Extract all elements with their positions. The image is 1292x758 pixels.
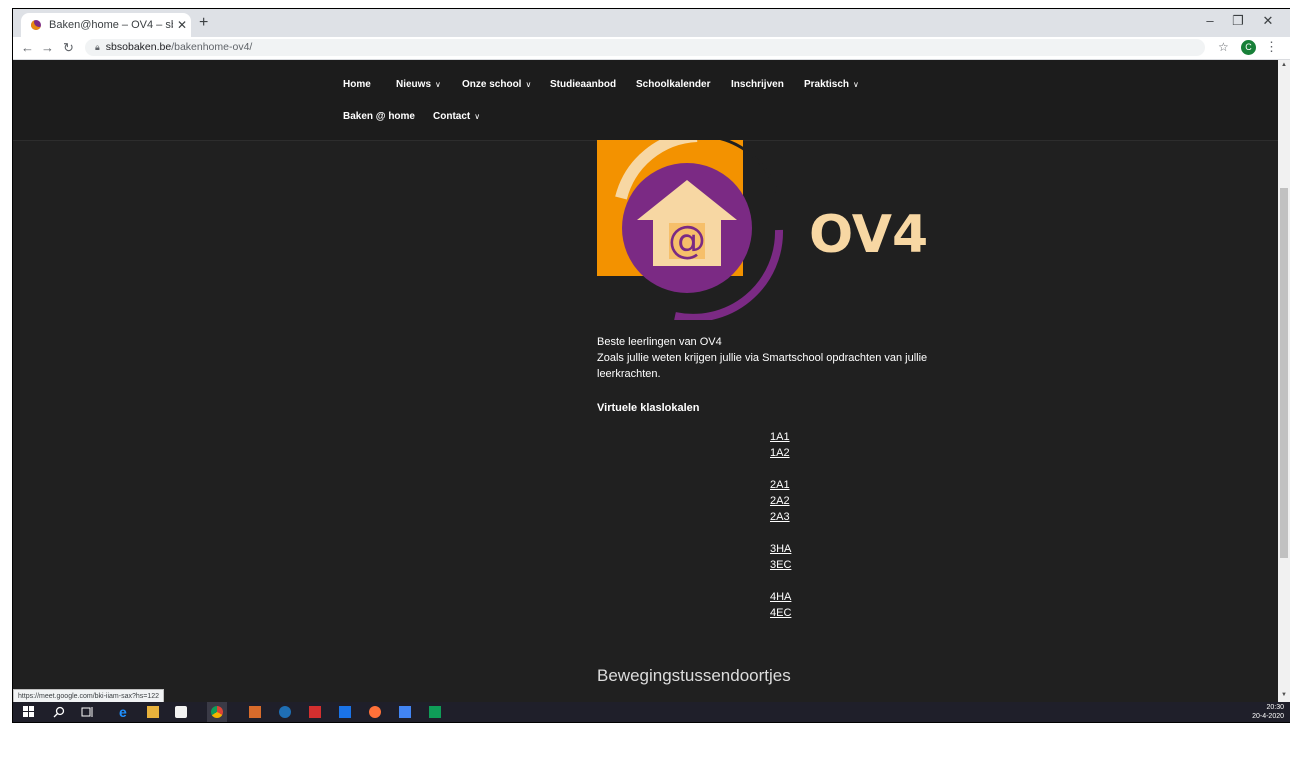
restore-icon[interactable]: ❐ <box>1223 13 1253 29</box>
windows-taskbar: e 20:30 20-4-2020 <box>13 702 1290 722</box>
close-icon[interactable]: ✕ <box>1253 13 1283 29</box>
chevron-down-icon: ∨ <box>853 80 859 89</box>
forward-icon[interactable]: → <box>41 40 54 55</box>
chevron-down-icon: ∨ <box>525 80 532 89</box>
baken-at-home-logo: @ OV4 <box>597 140 928 320</box>
mail-icon[interactable] <box>339 706 351 718</box>
class-link-3ha[interactable]: 3HA <box>770 543 791 555</box>
intro-text: Beste leerlingen van OV4 Zoals jullie we… <box>597 334 957 382</box>
url-field[interactable]: 🔒︎ sbsobaken.be/bakenhome-ov4/ <box>85 39 1205 56</box>
firefox-icon[interactable] <box>369 706 381 718</box>
scroll-up-icon[interactable]: ▲ <box>1281 62 1287 68</box>
windows-start-icon[interactable] <box>23 706 35 718</box>
scrollbar-thumb[interactable] <box>1280 188 1288 558</box>
nav-item-label: Praktisch <box>804 79 850 90</box>
site-favicon-icon <box>31 20 41 30</box>
avatar[interactable]: C <box>1241 40 1256 55</box>
tab-close-icon[interactable]: ✕ <box>173 18 191 32</box>
section-title: Bewegingstussendoortjes <box>597 666 791 685</box>
file-explorer-icon[interactable] <box>147 706 159 718</box>
new-tab-button[interactable]: + <box>199 14 208 32</box>
class-link-3ec[interactable]: 3EC <box>770 559 791 571</box>
class-link-2a2[interactable]: 2A2 <box>770 495 790 507</box>
back-icon[interactable]: ← <box>21 40 34 55</box>
nav-item-schoolkalender[interactable]: Schoolkalender <box>636 79 710 90</box>
star-icon[interactable]: ☆ <box>1218 40 1229 54</box>
media-player-icon[interactable] <box>249 706 261 718</box>
store-icon[interactable] <box>175 706 187 718</box>
nav-item-studieaanbod[interactable]: Studieaanbod <box>550 79 616 90</box>
nav-item-label: Contact <box>433 111 471 122</box>
menu-icon[interactable]: ⋮ <box>1265 39 1278 55</box>
nav-item-label: Onze school <box>462 79 522 90</box>
nav-item-inschrijven[interactable]: Inschrijven <box>731 79 784 90</box>
class-link-1a2[interactable]: 1A2 <box>770 447 790 459</box>
nav-item-contact[interactable]: Contact ∨ <box>433 111 480 122</box>
logo-text: OV4 <box>809 205 928 265</box>
url-path: /bakenhome-ov4/ <box>171 41 253 53</box>
nav-item-label: Schoolkalender <box>636 79 711 90</box>
nav-item-nieuws[interactable]: Nieuws ∨ <box>396 79 441 90</box>
chrome-icon[interactable] <box>211 706 223 718</box>
page-scrollbar[interactable]: ▲ ▼ <box>1278 60 1290 702</box>
docs-icon[interactable] <box>399 706 411 718</box>
class-link-4ec[interactable]: 4EC <box>770 607 791 619</box>
at-sign-icon: @ <box>668 218 706 262</box>
nav-item-praktisch[interactable]: Praktisch ∨ <box>804 79 859 90</box>
search-icon[interactable] <box>53 706 65 718</box>
minimize-icon[interactable]: – <box>1195 13 1225 28</box>
nav-item-onze-school[interactable]: Onze school ∨ <box>462 79 531 90</box>
address-bar: ← → ↻ 🔒︎ sbsobaken.be/bakenhome-ov4/ ☆ C … <box>13 37 1290 60</box>
scroll-down-icon[interactable]: ▼ <box>1281 692 1287 698</box>
browser-tab[interactable]: Baken@home – OV4 – sbso bake ✕ <box>21 13 191 37</box>
nav-item-label: Home <box>343 79 371 90</box>
page-viewport: Home Nieuws ∨ Onze school ∨ Studieaanbod S… <box>13 60 1278 702</box>
chevron-down-icon: ∨ <box>435 80 441 89</box>
reload-icon[interactable]: ↻ <box>63 40 74 56</box>
sheets-icon[interactable] <box>429 706 441 718</box>
edge-icon[interactable]: e <box>119 705 131 719</box>
clock-time: 20:30 <box>1266 704 1284 711</box>
browser-window: Baken@home – OV4 – sbso bake ✕ + – ❐ ✕ ←… <box>12 8 1290 723</box>
section-heading: Virtuele klaslokalen <box>597 402 700 414</box>
nav-item-label: Nieuws <box>396 79 432 90</box>
url-host: sbsobaken.be <box>105 41 172 53</box>
tab-strip: Baken@home – OV4 – sbso bake ✕ + – ❐ ✕ <box>13 9 1290 37</box>
nav-item-label: Inschrijven <box>731 79 784 90</box>
nav-item-baken-at-home[interactable]: Baken @ home <box>343 111 415 122</box>
lock-icon: 🔒︎ <box>95 42 100 52</box>
intro-paragraph: Zoals jullie weten krijgen jullie via Sm… <box>597 352 928 380</box>
acrobat-icon[interactable] <box>309 706 321 718</box>
class-link-4ha[interactable]: 4HA <box>770 591 791 603</box>
site-navigation: Home Nieuws ∨ Onze school ∨ Studieaanbod S… <box>13 60 1278 141</box>
chevron-down-icon: ∨ <box>474 112 481 121</box>
class-link-1a1[interactable]: 1A1 <box>770 431 790 443</box>
nav-item-home[interactable]: Home <box>343 79 371 90</box>
task-view-icon[interactable] <box>81 706 93 718</box>
class-link-2a1[interactable]: 2A1 <box>770 479 790 491</box>
tab-title: Baken@home – OV4 – sbso bake <box>49 19 173 31</box>
taskbar-clock[interactable]: 20:30 20-4-2020 <box>1252 703 1284 721</box>
clock-date: 20-4-2020 <box>1252 713 1284 720</box>
nav-item-label: Studieaanbod <box>550 79 617 90</box>
class-link-2a3[interactable]: 2A3 <box>770 511 790 523</box>
greeting: Beste leerlingen van OV4 <box>597 336 722 348</box>
app-icon[interactable] <box>279 706 291 718</box>
nav-item-label: Baken @ home <box>343 111 415 122</box>
